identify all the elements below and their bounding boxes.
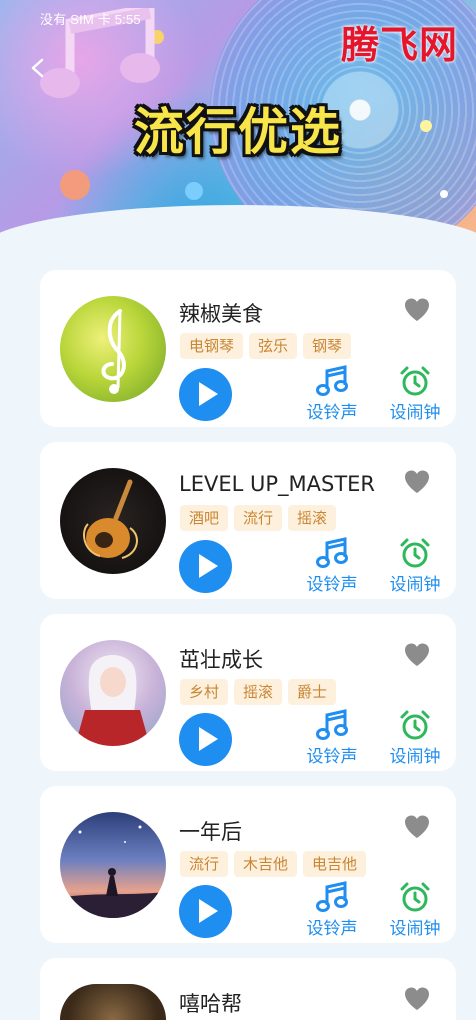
genre-tag: 电钢琴 — [180, 333, 244, 359]
set-ringtone-button[interactable]: 设铃声 — [302, 365, 362, 423]
play-button[interactable] — [179, 885, 232, 938]
set-ringtone-label: 设铃声 — [306, 747, 358, 767]
set-alarm-label: 设闹钟 — [389, 575, 441, 595]
song-title: 茁壮成长 — [179, 648, 263, 672]
play-button[interactable] — [179, 368, 232, 421]
treble-clef-icon — [101, 309, 126, 394]
silhouette-illustration — [60, 825, 166, 918]
alarm-clock-icon — [400, 538, 430, 568]
music-note-icon — [316, 537, 348, 568]
set-alarm-label: 设闹钟 — [389, 747, 441, 767]
genre-tag: 爵士 — [288, 679, 337, 705]
genre-tag: 流行 — [180, 851, 229, 877]
set-alarm-label: 设闹钟 — [389, 403, 441, 423]
play-button[interactable] — [179, 713, 232, 766]
favorite-heart-icon[interactable] — [404, 987, 430, 1011]
status-bar-text: 没有 SIM 卡 5:55 — [40, 12, 141, 27]
page-title: 流行优选 — [134, 103, 342, 161]
music-note-icon — [316, 881, 348, 912]
song-card[interactable]: 一年后 流行 木吉他 电吉他 设铃声 设闹钟 — [40, 786, 456, 943]
song-title: 辣椒美食 — [179, 302, 263, 326]
genre-tag: 摇滚 — [288, 505, 337, 531]
set-alarm-button[interactable]: 设闹钟 — [385, 709, 445, 767]
song-card[interactable]: 茁壮成长 乡村 摇滚 爵士 设铃声 设闹钟 — [40, 614, 456, 771]
set-ringtone-label: 设铃声 — [306, 575, 358, 595]
set-ringtone-label: 设铃声 — [306, 403, 358, 423]
song-title: 一年后 — [179, 820, 242, 844]
genre-tag: 木吉他 — [234, 851, 298, 877]
tag-list: 酒吧 流行 摇滚 — [180, 505, 337, 531]
music-note-icon — [316, 709, 348, 740]
genre-tag: 酒吧 — [180, 505, 229, 531]
genre-tag: 钢琴 — [303, 333, 352, 359]
set-ringtone-button[interactable]: 设铃声 — [302, 881, 362, 939]
set-ringtone-label: 设铃声 — [306, 919, 358, 939]
genre-tag: 弦乐 — [249, 333, 298, 359]
guitar-icon — [83, 479, 138, 559]
alarm-clock-icon — [400, 366, 430, 396]
song-card[interactable]: LEVEL UP_MASTER 酒吧 流行 摇滚 设铃声 设闹钟 — [40, 442, 456, 599]
tag-list: 流行 木吉他 电吉他 — [180, 851, 367, 877]
set-alarm-label: 设闹钟 — [389, 919, 441, 939]
decor-dot — [185, 182, 203, 200]
favorite-heart-icon[interactable] — [404, 470, 430, 494]
set-alarm-button[interactable]: 设闹钟 — [385, 365, 445, 423]
set-ringtone-button[interactable]: 设铃声 — [302, 537, 362, 595]
genre-tag: 乡村 — [180, 679, 229, 705]
set-alarm-button[interactable]: 设闹钟 — [385, 537, 445, 595]
alarm-clock-icon — [400, 710, 430, 740]
treble-clef-green-cover — [60, 296, 166, 402]
song-title: 嘻哈帮 — [179, 992, 242, 1016]
tag-list: 电钢琴 弦乐 钢琴 — [180, 333, 352, 359]
song-title: LEVEL UP_MASTER — [179, 472, 376, 496]
genre-tag: 流行 — [234, 505, 283, 531]
set-ringtone-button[interactable]: 设铃声 — [302, 709, 362, 767]
back-arrow-icon[interactable] — [28, 58, 48, 78]
guitar-cover — [60, 468, 166, 574]
decor-dot — [440, 190, 448, 198]
sunset-silhouette-cover — [60, 812, 166, 918]
header-banner: 没有 SIM 卡 5:55 腾飞网 流行优选 — [0, 0, 476, 250]
favorite-heart-icon[interactable] — [404, 643, 430, 667]
genre-tag: 摇滚 — [234, 679, 283, 705]
alarm-clock-icon — [400, 882, 430, 912]
set-alarm-button[interactable]: 设闹钟 — [385, 881, 445, 939]
genre-tag: 电吉他 — [303, 851, 367, 877]
anime-girl-illustration — [75, 655, 150, 746]
brand-logo: 腾飞网 — [340, 22, 458, 67]
music-note-icon — [316, 365, 348, 396]
song-card[interactable]: 辣椒美食 电钢琴 弦乐 钢琴 设铃声 设闹钟 — [40, 270, 456, 427]
favorite-heart-icon[interactable] — [404, 815, 430, 839]
song-card[interactable]: 嘻哈帮 — [40, 958, 456, 1020]
tag-list: 乡村 摇滚 爵士 — [180, 679, 337, 705]
decor-dot — [60, 170, 90, 200]
anime-girl-cover — [60, 640, 166, 746]
play-button[interactable] — [179, 540, 232, 593]
partial-cover — [60, 984, 166, 1020]
favorite-heart-icon[interactable] — [404, 298, 430, 322]
